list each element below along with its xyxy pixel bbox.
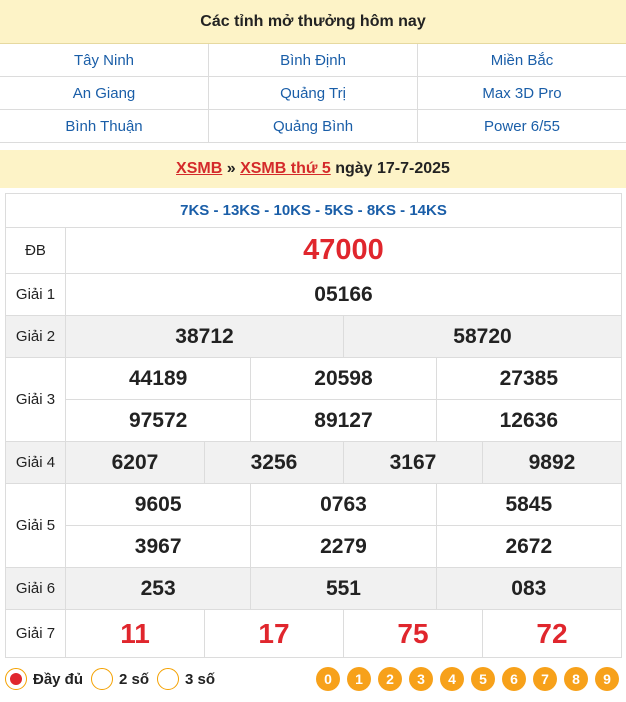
prize-label: Giải 4: [5, 441, 66, 484]
prize-g2-value: 38712: [65, 315, 344, 358]
prize-g3-value: 89127: [250, 399, 437, 442]
prize-g4-value: 6207: [65, 441, 205, 484]
provinces-section: Các tỉnh mở thưởng hôm nay Tây Ninh Bình…: [0, 0, 626, 143]
prize-label: Giải 7: [5, 609, 66, 658]
province-link-quang-tri[interactable]: Quảng Trị: [209, 77, 418, 110]
option-2-digits[interactable]: 2 số: [91, 668, 149, 690]
provinces-header: Các tỉnh mở thưởng hôm nay: [0, 0, 626, 44]
radio-icon[interactable]: [91, 668, 114, 690]
ticket-codes: 7KS - 13KS - 10KS - 5KS - 8KS - 14KS: [5, 193, 622, 227]
prize-label: ĐB: [5, 227, 66, 274]
prize-label: Giải 2: [5, 315, 66, 358]
option-label: 2 số: [119, 670, 150, 688]
digit-filter: 0 1 2 3 4 5 6 7 8 9: [316, 667, 619, 691]
row-g3a: Giải 3 44189 20598 27385: [5, 357, 623, 442]
digit-button-1[interactable]: 1: [347, 667, 371, 691]
prize-label: Giải 1: [5, 273, 66, 316]
prize-g7-value: 17: [203, 609, 344, 658]
digit-button-3[interactable]: 3: [409, 667, 433, 691]
prize-g1-value: 05166: [65, 273, 622, 316]
result-date: ngày 17-7-2025: [330, 160, 450, 177]
prize-g6-value: 253: [64, 567, 252, 610]
breadcrumb-separator: »: [222, 160, 241, 177]
option-label: Đầy đủ: [33, 670, 84, 688]
digit-button-7[interactable]: 7: [533, 667, 557, 691]
xsmb-thu5-link[interactable]: XSMB thứ 5: [240, 160, 331, 178]
option-3-digits[interactable]: 3 số: [157, 668, 215, 690]
prize-g5-value: 2279: [250, 525, 437, 568]
prize-g7-value: 72: [481, 609, 623, 658]
prize-g5-value: 0763: [250, 483, 437, 526]
digit-button-6[interactable]: 6: [502, 667, 526, 691]
row-g1: Giải 1 05166: [5, 273, 622, 316]
province-link-mien-bac[interactable]: Miền Bắc: [418, 44, 626, 77]
digit-button-9[interactable]: 9: [595, 667, 619, 691]
province-link-tay-ninh[interactable]: Tây Ninh: [0, 44, 209, 77]
row-g2: Giải 2 38712 58720: [5, 315, 623, 358]
province-link-quang-binh[interactable]: Quảng Bình: [209, 110, 418, 143]
prize-g7-value: 75: [342, 609, 483, 658]
prize-g2-value: 58720: [342, 315, 623, 358]
province-link-an-giang[interactable]: An Giang: [0, 77, 209, 110]
prize-g3-value: 97572: [64, 399, 252, 442]
prize-g3-value: 27385: [435, 357, 623, 400]
prize-g5-value: 3967: [64, 525, 252, 568]
prize-g4-value: 9892: [481, 441, 623, 484]
prize-g3-value: 12636: [435, 399, 623, 442]
prize-label: Giải 6: [5, 567, 66, 610]
prize-g6-value: 551: [250, 567, 437, 610]
row-db: ĐB 47000: [5, 227, 622, 274]
results-table: ĐB 47000 Giải 1 05166 Giải 2 38712 58720…: [5, 227, 623, 658]
display-options-bar: Đầy đủ 2 số 3 số 0 1 2 3 4 5 6 7 8 9: [5, 662, 622, 696]
province-link-binh-dinh[interactable]: Bình Định: [209, 44, 418, 77]
prize-g7-value: 11: [65, 609, 205, 658]
prize-label: Giải 5: [5, 483, 66, 568]
radio-selected-icon[interactable]: [5, 668, 27, 690]
province-link-binh-thuan[interactable]: Bình Thuận: [0, 110, 209, 143]
prize-db-value: 47000: [65, 227, 622, 274]
province-link-power-655[interactable]: Power 6/55: [418, 110, 626, 143]
result-header: XSMB » XSMB thứ 5 ngày 17-7-2025: [0, 150, 626, 188]
provinces-grid: Tây Ninh Bình Định Miền Bắc An Giang Quả…: [0, 44, 626, 143]
option-full[interactable]: Đầy đủ: [5, 668, 83, 690]
prize-g6-value: 083: [435, 567, 623, 610]
xsmb-link[interactable]: XSMB: [176, 160, 222, 178]
prize-g4-value: 3167: [342, 441, 483, 484]
digit-button-4[interactable]: 4: [440, 667, 464, 691]
row-g3b: 97572 89127 12636: [6, 399, 623, 442]
row-g7: Giải 7 11 17 75 72: [5, 609, 623, 658]
row-g5b: 3967 2279 2672: [6, 525, 623, 568]
digit-button-2[interactable]: 2: [378, 667, 402, 691]
prize-label: Giải 3: [5, 357, 66, 442]
prize-g3-value: 20598: [250, 357, 437, 400]
digit-button-8[interactable]: 8: [564, 667, 588, 691]
results-table-wrapper: 7KS - 13KS - 10KS - 5KS - 8KS - 14KS ĐB …: [5, 193, 623, 664]
option-label: 3 số: [185, 670, 216, 688]
prize-g5-value: 5845: [435, 483, 623, 526]
province-link-max-3d-pro[interactable]: Max 3D Pro: [418, 77, 626, 110]
radio-icon[interactable]: [157, 668, 180, 690]
digit-button-0[interactable]: 0: [316, 667, 340, 691]
row-g5a: Giải 5 9605 0763 5845: [5, 483, 623, 568]
row-g4: Giải 4 6207 3256 3167 9892: [5, 441, 623, 484]
row-g6: Giải 6 253 551 083: [5, 567, 623, 610]
prize-g5-value: 9605: [64, 483, 252, 526]
prize-g4-value: 3256: [203, 441, 344, 484]
digit-button-5[interactable]: 5: [471, 667, 495, 691]
prize-g3-value: 44189: [64, 357, 252, 400]
prize-g5-value: 2672: [435, 525, 623, 568]
